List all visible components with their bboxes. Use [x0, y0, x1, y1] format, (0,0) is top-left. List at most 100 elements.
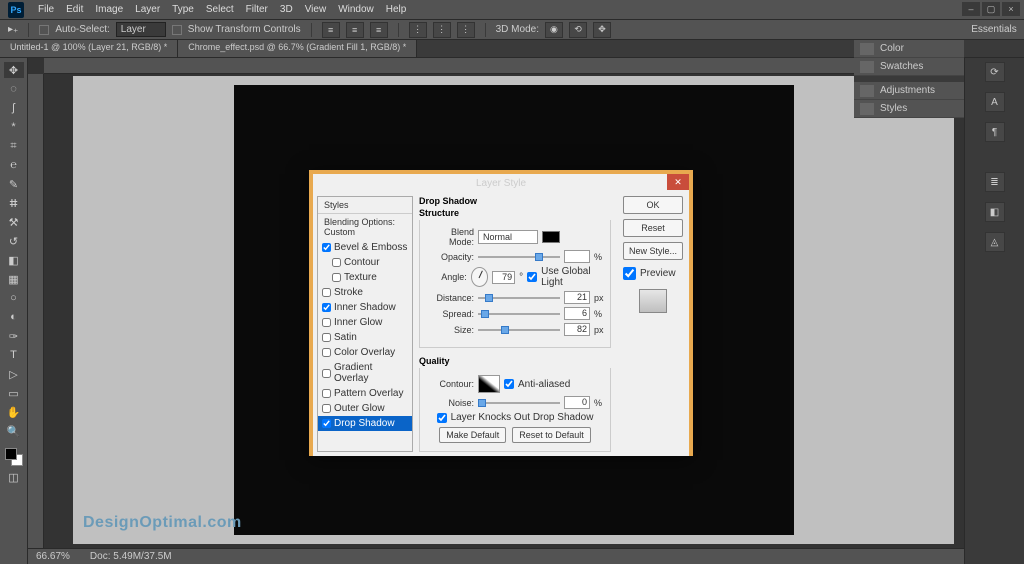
color-swatch[interactable]	[5, 448, 23, 466]
heal-tool-icon[interactable]: ✎	[4, 176, 24, 192]
3d-icon[interactable]: ✥	[593, 22, 611, 38]
align-icon[interactable]: ≡	[322, 22, 340, 38]
size-slider[interactable]	[478, 325, 560, 335]
style-checkbox[interactable]	[322, 243, 331, 252]
move-tool-icon[interactable]: ✥	[4, 62, 24, 78]
style-item[interactable]: Outer Glow	[318, 401, 412, 416]
doc-tab[interactable]: Chrome_effect.psd @ 66.7% (Gradient Fill…	[178, 40, 417, 57]
styles-header[interactable]: Styles	[318, 197, 412, 214]
lasso-tool-icon[interactable]: ʃ	[4, 100, 24, 116]
quickmask-icon[interactable]: ◫	[4, 469, 24, 485]
style-checkbox[interactable]	[322, 389, 331, 398]
style-item[interactable]: Drop Shadow	[318, 416, 412, 431]
3d-icon[interactable]: ⟲	[569, 22, 587, 38]
minimize-icon[interactable]: –	[962, 2, 980, 16]
menu-help[interactable]: Help	[380, 2, 413, 17]
style-checkbox[interactable]	[322, 318, 331, 327]
menu-view[interactable]: View	[299, 2, 333, 17]
global-light-checkbox[interactable]	[527, 272, 537, 282]
opacity-slider[interactable]	[478, 252, 560, 262]
ok-button[interactable]: OK	[623, 196, 683, 214]
crop-tool-icon[interactable]: ⌗	[4, 138, 24, 154]
style-checkbox[interactable]	[322, 303, 331, 312]
distance-slider[interactable]	[478, 293, 560, 303]
style-item[interactable]: Bevel & Emboss	[318, 240, 412, 255]
menu-type[interactable]: Type	[166, 2, 200, 17]
size-input[interactable]: 82	[564, 323, 590, 336]
menu-file[interactable]: File	[32, 2, 60, 17]
paragraph-panel-icon[interactable]: ¶	[985, 122, 1005, 142]
doc-tab[interactable]: Untitled-1 @ 100% (Layer 21, RGB/8) *	[0, 40, 178, 57]
3d-icon[interactable]: ◉	[545, 22, 563, 38]
layers-panel-icon[interactable]: ≣	[985, 172, 1005, 192]
history-brush-icon[interactable]: ↺	[4, 233, 24, 249]
panel-swatches[interactable]: Swatches	[854, 58, 964, 76]
style-item[interactable]: Contour	[318, 255, 412, 270]
close-window-icon[interactable]: ×	[1002, 2, 1020, 16]
style-item[interactable]: Pattern Overlay	[318, 386, 412, 401]
angle-dial[interactable]	[471, 267, 488, 287]
antialias-checkbox[interactable]	[504, 379, 514, 389]
reset-default-button[interactable]: Reset to Default	[512, 427, 591, 443]
pen-tool-icon[interactable]: ✑	[4, 328, 24, 344]
stamp-tool-icon[interactable]: ⚒	[4, 214, 24, 230]
opacity-input[interactable]	[564, 250, 590, 263]
distribute-icon[interactable]: ⋮	[433, 22, 451, 38]
style-checkbox[interactable]	[322, 419, 331, 428]
noise-input[interactable]: 0	[564, 396, 590, 409]
knockout-checkbox[interactable]	[437, 413, 447, 423]
style-item[interactable]: Texture	[318, 270, 412, 285]
wand-tool-icon[interactable]: *	[4, 119, 24, 135]
menu-select[interactable]: Select	[200, 2, 240, 17]
eyedropper-tool-icon[interactable]: ℮	[4, 157, 24, 173]
style-item[interactable]: Inner Shadow	[318, 300, 412, 315]
menu-layer[interactable]: Layer	[129, 2, 166, 17]
menu-image[interactable]: Image	[89, 2, 129, 17]
reset-button[interactable]: Reset	[623, 219, 683, 237]
style-checkbox[interactable]	[322, 333, 331, 342]
align-icon[interactable]: ≡	[346, 22, 364, 38]
auto-select-checkbox[interactable]	[39, 25, 49, 35]
doc-info[interactable]: Doc: 5.49M/37.5M	[90, 551, 172, 562]
preview-checkbox[interactable]	[623, 267, 636, 280]
angle-input[interactable]: 79	[492, 271, 515, 284]
panel-adjustments[interactable]: Adjustments	[854, 82, 964, 100]
new-style-button[interactable]: New Style...	[623, 242, 683, 260]
eraser-tool-icon[interactable]: ◧	[4, 252, 24, 268]
align-icon[interactable]: ≡	[370, 22, 388, 38]
distribute-icon[interactable]: ⋮	[457, 22, 475, 38]
character-panel-icon[interactable]: A	[985, 92, 1005, 112]
style-checkbox[interactable]	[332, 258, 341, 267]
show-transform-checkbox[interactable]	[172, 25, 182, 35]
style-item[interactable]: Color Overlay	[318, 345, 412, 360]
style-checkbox[interactable]	[322, 288, 331, 297]
panel-color[interactable]: Color	[854, 40, 964, 58]
style-checkbox[interactable]	[322, 348, 331, 357]
spread-slider[interactable]	[478, 309, 560, 319]
shape-tool-icon[interactable]: ▭	[4, 385, 24, 401]
menu-3d[interactable]: 3D	[274, 2, 299, 17]
shadow-color-swatch[interactable]	[542, 231, 560, 243]
paths-panel-icon[interactable]: ◬	[985, 232, 1005, 252]
close-icon[interactable]: ✕	[667, 174, 689, 190]
blend-mode-select[interactable]: Normal	[478, 230, 538, 244]
style-item[interactable]: Stroke	[318, 285, 412, 300]
maximize-icon[interactable]: ▢	[982, 2, 1000, 16]
history-panel-icon[interactable]: ⟳	[985, 62, 1005, 82]
zoom-tool-icon[interactable]: 🔍	[4, 423, 24, 439]
menu-window[interactable]: Window	[332, 2, 380, 17]
channels-panel-icon[interactable]: ◧	[985, 202, 1005, 222]
path-tool-icon[interactable]: ▷	[4, 366, 24, 382]
dodge-tool-icon[interactable]: ◐	[4, 309, 24, 325]
type-tool-icon[interactable]: T	[4, 347, 24, 363]
style-item[interactable]: Gradient Overlay	[318, 360, 412, 386]
style-checkbox[interactable]	[322, 404, 331, 413]
blur-tool-icon[interactable]: ○	[4, 290, 24, 306]
blending-options[interactable]: Blending Options: Custom	[318, 214, 412, 240]
auto-select-target[interactable]: Layer	[116, 22, 166, 37]
marquee-tool-icon[interactable]: ◌	[4, 81, 24, 97]
make-default-button[interactable]: Make Default	[439, 427, 506, 443]
style-checkbox[interactable]	[322, 369, 331, 378]
menu-edit[interactable]: Edit	[60, 2, 89, 17]
brush-tool-icon[interactable]: ⵌ	[4, 195, 24, 211]
